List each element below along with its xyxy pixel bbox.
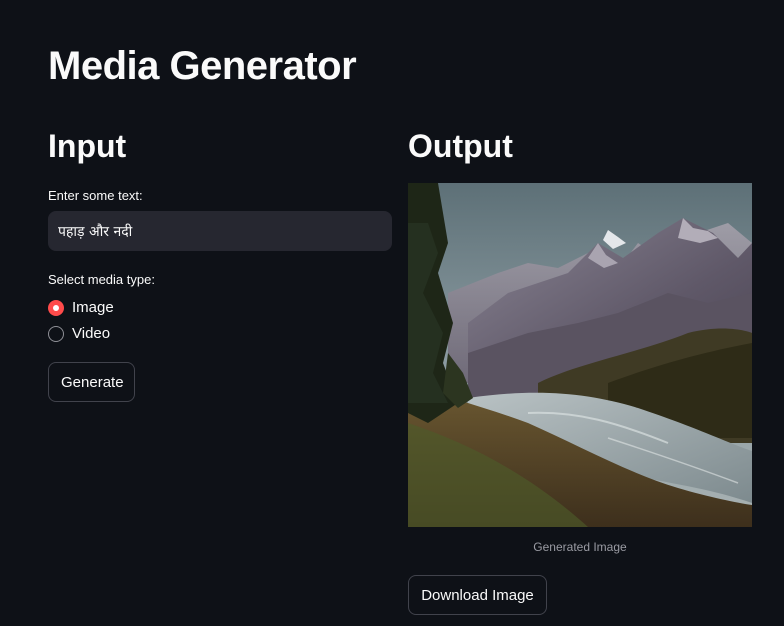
page-title: Media Generator <box>48 44 357 88</box>
input-heading: Input <box>48 128 127 164</box>
app-root: Media Generator Input Enter some text: S… <box>0 0 784 626</box>
output-heading: Output <box>408 128 513 164</box>
radio-checked-icon[interactable] <box>48 300 64 316</box>
image-caption: Generated Image <box>533 540 627 554</box>
radio-option-video[interactable]: Video <box>48 324 114 344</box>
media-type-radio-group: Image Video <box>48 298 114 350</box>
radio-label-video: Video <box>72 325 111 342</box>
text-input-label: Enter some text: <box>48 188 143 203</box>
media-type-label: Select media type: <box>48 272 155 287</box>
input-column: Input Enter some text: Select media type… <box>48 124 392 402</box>
output-column: Output Generated Image Download Image <box>408 124 752 615</box>
download-image-button[interactable]: Download Image <box>408 575 547 615</box>
text-input[interactable] <box>48 211 392 251</box>
radio-option-image[interactable]: Image <box>48 298 114 318</box>
generate-button[interactable]: Generate <box>48 362 135 402</box>
radio-label-image: Image <box>72 299 114 316</box>
radio-unchecked-icon[interactable] <box>48 326 64 342</box>
generated-image <box>408 183 752 527</box>
